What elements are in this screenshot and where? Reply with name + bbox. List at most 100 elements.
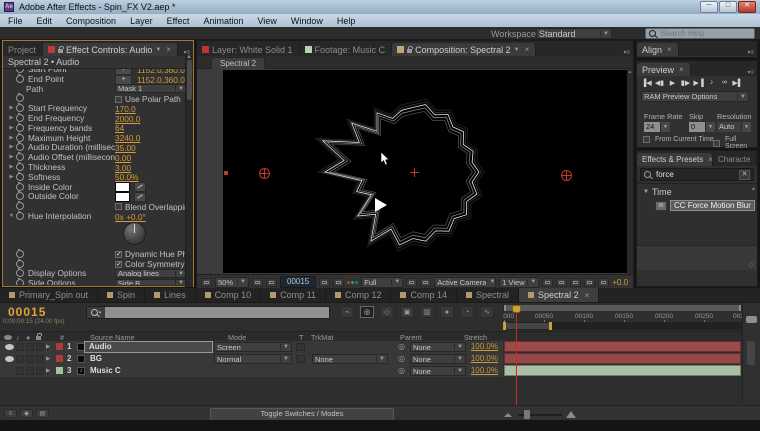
graph-editor-icon[interactable]: ∿ [480,306,494,318]
playhead-handle[interactable] [512,305,521,313]
tab-effects-presets[interactable]: Effects & Presets× [637,153,713,166]
close-tab-icon[interactable]: × [585,291,590,300]
layer-color-chip[interactable] [56,367,63,374]
display-options-dropdown[interactable]: Analog lines▼ [115,269,187,278]
resolution-dropdown[interactable]: Full▼ [361,277,403,288]
comp-marker-button[interactable] [746,316,757,323]
resize-grip[interactable] [748,261,755,268]
stopwatch-icon[interactable] [16,75,24,83]
tab-effect-controls[interactable]: Effect Controls: Audio ▼ × [43,43,178,56]
comp-tab-lines[interactable]: Lines [145,288,196,302]
layer-name[interactable]: Music C [90,366,121,375]
stopwatch-icon[interactable] [16,250,24,258]
parent-pickwhip-icon[interactable]: ◎ [398,366,405,375]
comp-tab-comp12[interactable]: Comp 12 [326,288,392,302]
menu-file[interactable]: File [8,16,23,26]
stretch-value[interactable]: 100.0% [452,342,498,351]
blend-overlapping-checkbox[interactable] [115,203,122,210]
clear-search-icon[interactable]: ✕ [739,170,750,180]
expand-icon[interactable]: ▶ [46,344,50,350]
stopwatch-icon[interactable] [16,69,24,73]
expand-icon[interactable]: ▶ [7,115,16,121]
effects-search-box[interactable]: ✕ [640,168,754,181]
safe-margins-icon[interactable] [252,278,263,287]
stopwatch-icon[interactable] [16,212,24,220]
parent-pickwhip-icon[interactable]: ◎ [398,354,405,363]
stopwatch-icon[interactable] [16,134,24,142]
ram-preview-button[interactable]: ▶▌ [732,79,743,87]
mode-dropdown[interactable]: Screen▼ [214,342,292,352]
full-screen-checkbox[interactable]: Full Screen [713,136,757,150]
panel-menu-icon[interactable]: ▾≡ [620,49,633,56]
minimize-button[interactable]: ─ [700,1,718,13]
stopwatch-icon[interactable] [16,183,24,191]
comp-tab-spectral[interactable]: Spectral [457,288,519,302]
audio-toggle[interactable] [16,355,24,363]
hide-shy-icon[interactable]: ▣ [400,306,414,318]
comp-tab-spectral2[interactable]: Spectral 2× [519,288,599,302]
eye-icon[interactable] [5,356,14,362]
active-camera-dropdown[interactable]: Active Camera▼ [434,277,496,288]
layer-bar-music[interactable] [504,365,741,376]
playhead-line[interactable] [516,305,517,405]
menu-layer[interactable]: Layer [130,16,153,26]
close-button[interactable]: ✕ [738,1,756,13]
timeline-search-box[interactable]: ▾ [86,306,330,319]
effects-search-input[interactable] [654,169,728,180]
panel-menu-icon[interactable]: ▾≡ [744,49,757,56]
layer-bar-bg[interactable] [504,353,741,364]
layer-color-chip[interactable] [56,355,63,362]
maximize-button[interactable]: □ [719,1,737,13]
trkmat-dropdown[interactable]: None▼ [312,354,388,364]
comp-tab-comp10[interactable]: Comp 10 [196,288,262,302]
transparency-grid-icon[interactable] [420,278,431,287]
solo-toggle[interactable] [26,343,34,351]
effect-center-point-icon[interactable] [410,168,419,177]
magnification-dropdown[interactable]: 50%▼ [215,277,249,288]
timeline-search-input[interactable] [105,307,329,318]
region-of-interest-icon[interactable] [406,278,417,287]
workspace-dropdown[interactable]: Standard▼ [536,28,612,39]
comp-flowchart-icon[interactable] [584,278,595,287]
layer-name[interactable]: BG [90,354,102,363]
expand-transfer-controls-icon[interactable]: ◆ [20,409,33,418]
scroll-up-icon[interactable]: ▲ [751,186,756,192]
next-frame-button[interactable]: ▮▶ [680,79,691,87]
timeline-zoom-thumb[interactable] [524,410,530,419]
play-button[interactable]: ▶ [667,79,678,87]
first-frame-button[interactable]: ▐◀ [641,79,652,87]
auto-keyframe-icon[interactable]: ◔ [460,306,474,318]
chevron-down-icon[interactable]: ▼ [514,47,520,53]
current-time-display[interactable]: 00015 [8,305,46,319]
viewer-scrollbar[interactable]: ▲ [627,69,633,274]
exposure-value[interactable]: +0.0 [612,278,628,287]
collapse-icon[interactable]: ▼ [643,189,649,195]
stopwatch-icon[interactable] [16,124,24,132]
effect-item-cc-force-motion-blur[interactable]: m CC Force Motion Blur [655,200,757,211]
solo-toggle[interactable] [26,367,34,375]
help-search-box[interactable] [645,28,755,39]
expand-layer-switches-icon[interactable]: ≡ [4,409,17,418]
layer-bar-audio[interactable] [504,341,741,352]
stopwatch-icon[interactable] [16,269,24,277]
tab-preview[interactable]: Preview× [637,63,691,76]
layer-color-chip[interactable] [56,343,63,350]
collapse-icon[interactable]: ▼ [7,213,16,219]
effect-point-left-icon[interactable] [259,168,270,179]
stopwatch-icon[interactable] [16,143,24,151]
tab-footage-music[interactable]: Footage: Music C [300,43,393,56]
expand-icon[interactable]: ▶ [7,105,16,111]
expand-icon[interactable]: ▶ [46,368,50,374]
tab-character[interactable]: Characte [713,153,757,166]
effect-controls-scrollbar[interactable]: ▲ [185,56,193,287]
from-current-time-checkbox[interactable]: From Current Time [643,136,714,143]
work-area-bar[interactable] [503,322,742,330]
trkmat-toggle[interactable] [296,355,305,363]
stopwatch-icon[interactable] [16,202,24,210]
loop-button[interactable]: ∞ [719,79,730,87]
ram-preview-options-dropdown[interactable]: RAM Preview Options▼ [641,91,749,102]
viewer-timecode[interactable]: 00015 [280,276,316,288]
frame-blend-icon[interactable]: ▥ [420,306,434,318]
expand-icon[interactable]: ▶ [7,154,16,160]
stopwatch-icon[interactable] [16,173,24,181]
